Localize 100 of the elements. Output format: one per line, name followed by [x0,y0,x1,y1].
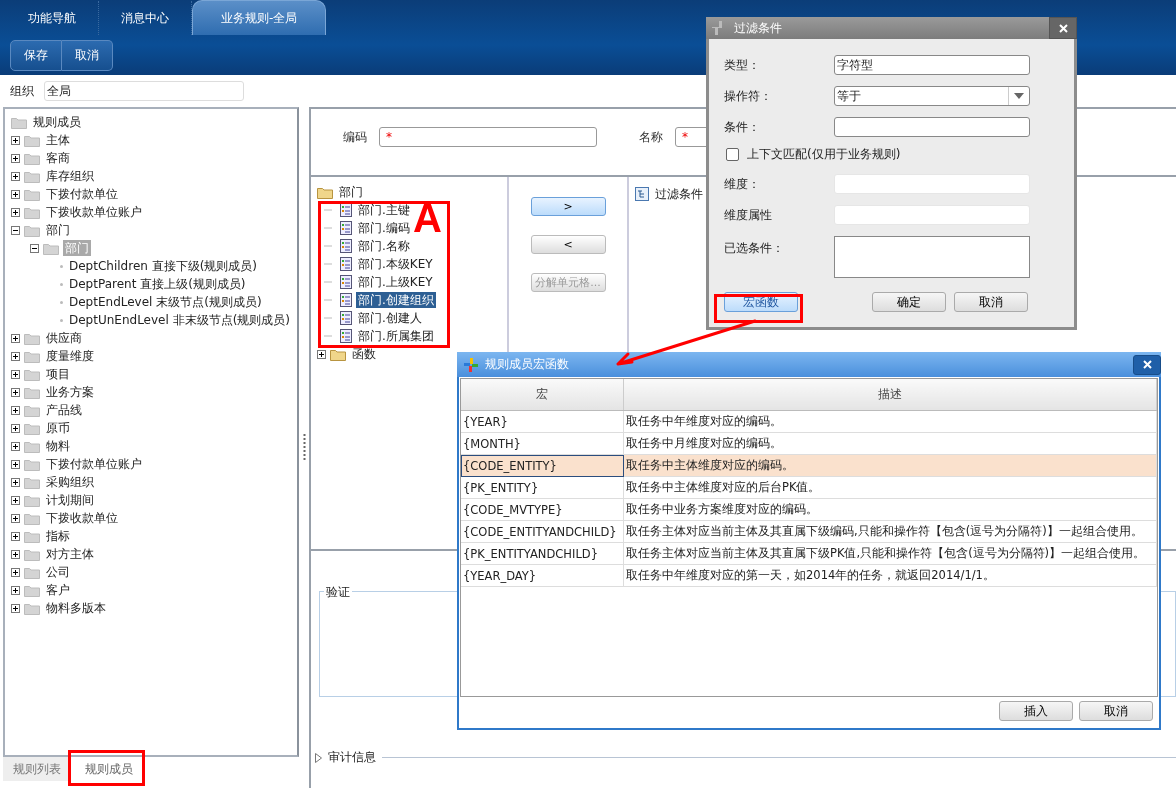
tree-item[interactable]: 产品线 [44,402,84,418]
table-row[interactable]: {CODE_ENTITY} 取任务中主体维度对应的编码。 [461,454,1157,477]
expand-icon[interactable] [11,513,20,523]
field-item[interactable]: 部门.创建人 [356,310,424,326]
tree-item[interactable]: DeptChildren 直接下级(规则成员) [67,258,260,274]
text-area[interactable] [834,236,1030,278]
tree-item[interactable]: DeptParent 直接上级(规则成员) [67,276,248,292]
tree-item[interactable]: 部门 [44,222,72,238]
checkbox[interactable] [726,148,739,161]
field-item[interactable]: 部门.主键 [356,202,412,218]
tree-item[interactable]: 项目 [44,366,72,382]
tab[interactable]: 功能导航 [6,1,99,35]
expand-icon[interactable] [11,153,20,163]
tree-root[interactable]: 过滤条件 [653,186,705,202]
tree-item[interactable]: 物料 [44,438,72,454]
tree-item[interactable]: 供应商 [44,330,84,346]
dialog-button[interactable]: 取消 [954,292,1028,312]
tree-item[interactable]: 下拨收款单位 [44,510,120,526]
splitter-handle[interactable] [302,433,306,462]
table-row[interactable]: {PK_ENTITYANDCHILD} 取任务主体对应当前主体及其直属下级PK值,只能和操作符【包含(逗号为分隔符)】一起组合使用。 [461,542,1157,565]
collapse-icon[interactable] [11,225,20,235]
table-row[interactable]: {MONTH} 取任务中月维度对应的编码。 [461,432,1157,455]
input-field[interactable] [834,117,1030,137]
tree-item[interactable]: 函数 [350,346,378,362]
expand-icon[interactable] [11,135,20,145]
dialog-button[interactable]: 取消 [1079,701,1153,721]
section-title[interactable]: 审计信息 [328,749,376,766]
tree-item[interactable]: 采购组织 [44,474,96,490]
folder-icon [24,565,40,579]
close-button[interactable] [1049,17,1077,39]
expand-icon[interactable] [11,603,20,613]
field-item[interactable]: 部门.所属集团 [356,328,436,344]
org-field[interactable]: 全局 [44,81,244,101]
tree-item[interactable]: 业务方案 [44,384,96,400]
close-button[interactable] [1133,354,1161,375]
table-row[interactable]: {YEAR_DAY} 取任务中年维度对应的第一天，如2014年的任务，就返回2014/1/1。 [461,564,1157,587]
expand-icon[interactable] [11,495,20,505]
expand-icon[interactable] [11,171,20,181]
tree-item[interactable]: 下拨付款单位 [44,186,120,202]
field-item[interactable]: 部门.创建组织 [356,292,436,308]
expand-icon[interactable] [11,351,20,361]
tree-item[interactable]: 客户 [44,582,72,598]
tab[interactable]: 业务规则-全局 [192,0,327,35]
toolbar-button[interactable]: 保存 [10,40,62,71]
field-label: 名称 [639,128,663,146]
tree-list-icon [635,187,649,201]
tree-item[interactable]: DeptEndLevel 末级节点(规则成员) [67,294,264,310]
table-row[interactable]: {YEAR} 取任务中年维度对应的编码。 [461,410,1157,433]
expand-icon[interactable] [317,349,326,359]
expand-icon[interactable] [11,567,20,577]
tree-item[interactable]: 公司 [44,564,72,580]
field-item[interactable]: 部门.上级KEY [356,274,435,290]
field-item[interactable]: 部门.本级KEY [356,256,435,272]
tree-item[interactable]: DeptUnEndLevel 非末级节点(规则成员) [67,312,292,328]
expand-icon[interactable] [11,459,20,469]
tree-item[interactable]: 计划期间 [44,492,96,508]
tree-item[interactable]: 库存组织 [44,168,96,184]
expand-icon[interactable] [11,333,20,343]
table-row[interactable]: {PK_ENTITY} 取任务中主体维度对应的后台PK值。 [461,476,1157,499]
tree-item[interactable]: 对方主体 [44,546,96,562]
expand-icon[interactable] [11,585,20,595]
table-row[interactable]: {CODE_MVTYPE} 取任务中业务方案维度对应的编码。 [461,498,1157,521]
field-label: 已选条件： [724,240,785,257]
toolbar-button[interactable]: 取消 [62,40,113,71]
expand-icon[interactable] [11,189,20,199]
tree-item[interactable]: 原币 [44,420,72,436]
tree-item[interactable]: 主体 [44,132,72,148]
field-item[interactable]: 部门.编码 [356,220,412,236]
tree-item[interactable]: 度量维度 [44,348,96,364]
tree-root[interactable]: 规则成员 [31,114,83,130]
tree-item[interactable]: 客商 [44,150,72,166]
bottom-tab[interactable]: 规则列表 [3,757,71,781]
expand-icon[interactable] [11,405,20,415]
tree-item[interactable]: 下拨付款单位账户 [44,456,144,472]
app-icon [463,356,479,373]
table-row[interactable]: {CODE_ENTITYANDCHILD} 取任务主体对应当前主体及其直属下级编码,只能和操作符【包含(逗号为分隔符)】一起组合使用。 [461,520,1157,543]
collapse-icon[interactable] [30,243,39,253]
move-button[interactable]: > [530,197,606,216]
dropdown-field[interactable]: 等于 [834,86,1030,106]
tree-root[interactable]: 部门 [337,184,365,200]
tree-item[interactable]: 物料多版本 [44,600,108,616]
expand-icon[interactable] [11,387,20,397]
expand-icon[interactable] [11,549,20,559]
column-header[interactable]: 描述 [623,379,1157,411]
tree-item[interactable]: 下拨收款单位账户 [44,204,144,220]
close-icon [1142,360,1152,369]
field-item[interactable]: 部门.名称 [356,238,412,254]
dialog-button[interactable]: 插入 [999,701,1073,721]
expand-icon[interactable] [11,441,20,451]
expand-icon[interactable] [11,369,20,379]
dialog-button[interactable]: 确定 [872,292,946,312]
input-field[interactable]: 字符型 [834,55,1030,75]
column-header[interactable]: 宏 [461,379,624,411]
expand-icon[interactable] [11,423,20,433]
input-field[interactable]: * [379,127,597,147]
move-button[interactable]: < [530,235,606,254]
expand-icon[interactable] [11,207,20,217]
expand-icon[interactable] [11,477,20,487]
tree-item[interactable]: 指标 [44,528,72,544]
expand-icon[interactable] [11,531,20,541]
